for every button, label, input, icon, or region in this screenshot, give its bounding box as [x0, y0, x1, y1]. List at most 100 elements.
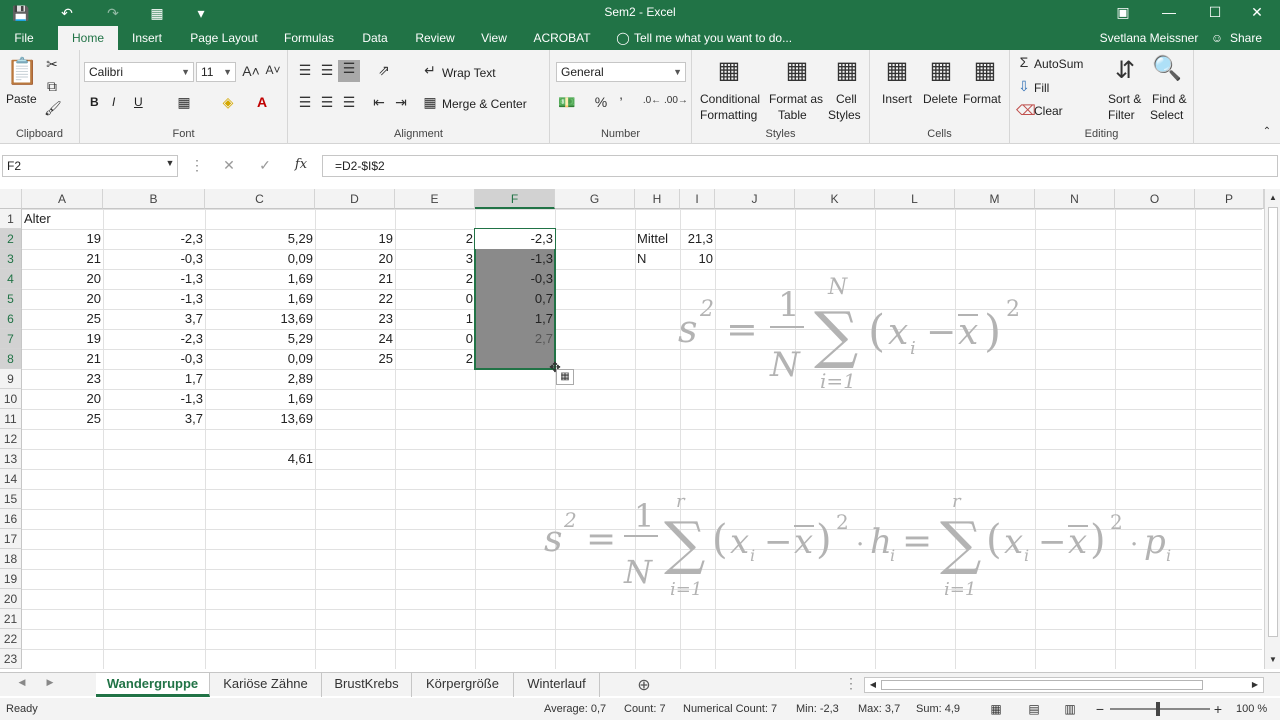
increase-font-icon[interactable]: A˄ — [242, 63, 260, 79]
row-header[interactable]: 6 — [0, 309, 22, 329]
number-format-select[interactable]: General ▼ — [556, 62, 686, 82]
maximize-icon[interactable]: ☐ — [1192, 0, 1238, 26]
cell[interactable]: 25 — [22, 409, 103, 429]
cell[interactable]: 22 — [315, 289, 395, 309]
row-header[interactable]: 5 — [0, 289, 22, 309]
tab-formulas[interactable]: Formulas — [278, 26, 340, 50]
copy-icon[interactable]: ⧉ — [44, 78, 60, 95]
bold-button[interactable]: B — [90, 95, 99, 109]
row-header[interactable]: 13 — [0, 449, 22, 469]
cell[interactable]: 20 — [22, 289, 103, 309]
cell[interactable]: 2,7 — [475, 329, 555, 349]
cell[interactable]: -2,3 — [103, 329, 205, 349]
column-header[interactable]: A — [22, 189, 103, 209]
row-header[interactable]: 3 — [0, 249, 22, 269]
insert-function-icon[interactable]: fx — [292, 157, 310, 172]
save-icon[interactable]: 💾 — [8, 2, 34, 24]
font-color-icon[interactable]: A — [252, 94, 272, 110]
cell[interactable]: 19 — [22, 229, 103, 249]
cell[interactable]: 0,09 — [205, 249, 315, 269]
cell[interactable]: -0,3 — [103, 349, 205, 369]
italic-button[interactable]: I — [112, 95, 115, 109]
fill-button[interactable]: Fill — [1034, 81, 1049, 95]
horizontal-scrollbar[interactable]: ◀ ▶ — [864, 677, 1264, 693]
cell[interactable]: 20 — [22, 269, 103, 289]
align-bottom-icon[interactable]: ☰ — [338, 60, 360, 82]
orientation-icon[interactable]: ⇗ — [372, 62, 396, 79]
underline-button[interactable]: U — [134, 95, 143, 109]
cell[interactable]: 2,89 — [205, 369, 315, 389]
sheet-tab-wandergruppe[interactable]: Wandergruppe — [96, 673, 210, 697]
column-header[interactable]: J — [715, 189, 795, 209]
align-top-icon[interactable]: ☰ — [296, 62, 314, 79]
insert-cells-button[interactable]: Insert — [882, 92, 912, 106]
font-size-select[interactable]: 11 ▼ — [196, 62, 236, 82]
font-name-select[interactable]: Calibri ▼ — [84, 62, 194, 82]
cell[interactable]: 24 — [315, 329, 395, 349]
cell-I2[interactable]: 21,3 — [680, 229, 715, 249]
increase-decimal-icon[interactable]: .0← — [642, 95, 662, 106]
borders-icon[interactable]: ▦ — [174, 94, 194, 111]
wrap-text-button[interactable]: Wrap Text — [442, 66, 496, 80]
autosum-icon[interactable]: Σ — [1016, 54, 1032, 70]
normal-view-icon[interactable]: ▦ — [988, 698, 1004, 720]
fill-icon[interactable]: ⇩ — [1016, 78, 1032, 95]
column-header[interactable]: M — [955, 189, 1035, 209]
tab-acrobat[interactable]: ACROBAT — [528, 26, 596, 50]
vertical-scrollbar[interactable]: ▲ ▼ — [1264, 189, 1280, 669]
cell[interactable]: -2,3 — [103, 229, 205, 249]
merge-center-button[interactable]: Merge & Center — [442, 97, 527, 111]
row-header[interactable]: 19 — [0, 569, 22, 589]
sheet-tab-korpergrosse[interactable]: Körpergröße — [412, 673, 514, 697]
cell[interactable]: 5,29 — [205, 329, 315, 349]
zoom-out-icon[interactable]: − — [1094, 698, 1106, 720]
column-header[interactable]: F — [475, 189, 555, 209]
tab-insert[interactable]: Insert — [124, 26, 170, 50]
page-layout-view-icon[interactable]: ▤ — [1026, 698, 1042, 720]
align-center-icon[interactable]: ☰ — [318, 94, 336, 111]
weighted-variance-formula-image[interactable]: s 2 = 1 N ∑ r i=1 ( x i − x ) 2 · h i = … — [540, 491, 1200, 601]
customize-qat-icon[interactable]: ▾ — [188, 2, 214, 24]
cell[interactable]: -1,3 — [103, 389, 205, 409]
cell[interactable]: 0 — [395, 289, 475, 309]
column-header[interactable]: H — [635, 189, 680, 209]
auto-fill-options-icon[interactable]: ▦ — [556, 369, 574, 385]
delete-cells-icon[interactable]: ▦ — [926, 56, 956, 85]
tell-me-input[interactable]: Tell me what you want to do... — [634, 26, 814, 50]
zoom-slider-thumb[interactable] — [1156, 702, 1160, 716]
column-header[interactable]: N — [1035, 189, 1115, 209]
cell[interactable]: 0,09 — [205, 349, 315, 369]
cell[interactable]: 20 — [315, 249, 395, 269]
increase-indent-icon[interactable]: ⇥ — [392, 94, 410, 111]
tab-data[interactable]: Data — [354, 26, 396, 50]
column-header[interactable]: I — [680, 189, 715, 209]
zoom-slider[interactable] — [1110, 702, 1210, 716]
cell[interactable]: 21 — [22, 249, 103, 269]
row-header[interactable]: 10 — [0, 389, 22, 409]
find-select-icon[interactable]: 🔍 — [1152, 54, 1182, 83]
tab-view[interactable]: View — [474, 26, 514, 50]
scroll-down-icon[interactable]: ▼ — [1267, 655, 1279, 664]
redo-icon[interactable]: ↷ — [100, 2, 126, 24]
row-header[interactable]: 1 — [0, 209, 22, 229]
cell[interactable]: 23 — [22, 369, 103, 389]
cell[interactable]: 25 — [22, 309, 103, 329]
row-header[interactable]: 9 — [0, 369, 22, 389]
align-left-icon[interactable]: ☰ — [296, 94, 314, 111]
column-header[interactable]: G — [555, 189, 635, 209]
row-header[interactable]: 2 — [0, 229, 22, 249]
new-sheet-icon[interactable]: ⊕ — [634, 675, 654, 695]
tab-home[interactable]: Home — [58, 26, 118, 50]
formula-input[interactable]: =D2-$I$2 — [322, 155, 1278, 177]
cell-H2[interactable]: Mittel — [635, 229, 680, 249]
paste-icon[interactable]: 📋 — [6, 56, 38, 87]
cell[interactable]: 5,29 — [205, 229, 315, 249]
fill-color-icon[interactable]: ◈ — [218, 94, 238, 111]
autosum-button[interactable]: AutoSum — [1034, 57, 1083, 71]
cell[interactable]: 3 — [395, 249, 475, 269]
row-header[interactable]: 8 — [0, 349, 22, 369]
sheet-tab-brustkrebs[interactable]: BrustKrebs — [322, 673, 412, 697]
cell[interactable]: -0,3 — [475, 269, 555, 289]
format-cells-icon[interactable]: ▦ — [970, 56, 1000, 85]
cell[interactable]: 21 — [315, 269, 395, 289]
